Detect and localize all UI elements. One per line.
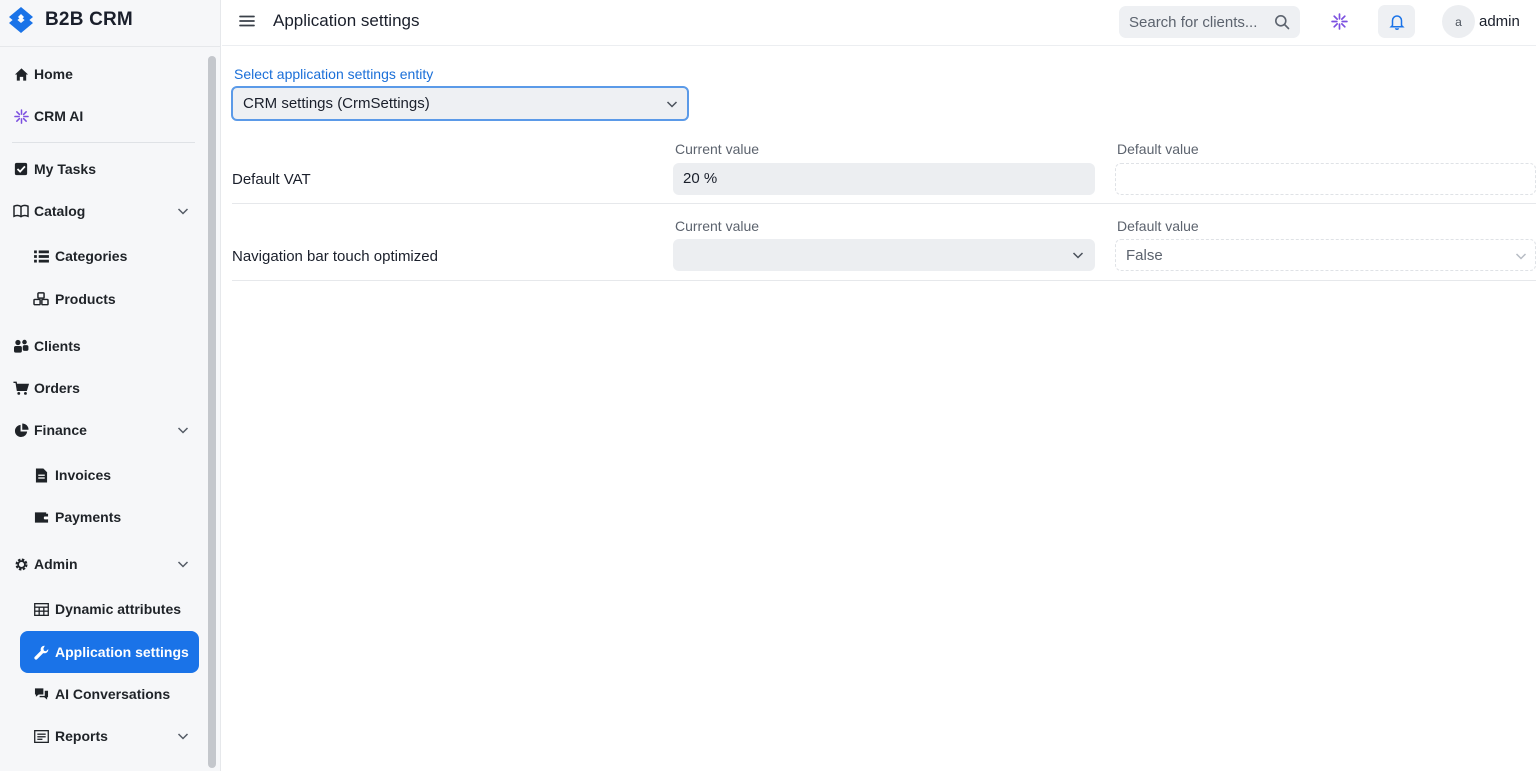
user-name[interactable]: admin bbox=[1479, 13, 1520, 30]
wrench-icon bbox=[33, 644, 49, 660]
brand-logo-icon bbox=[6, 5, 36, 35]
sidebar-item-invoices[interactable]: Invoices bbox=[0, 456, 205, 494]
sidebar-item-label: Categories bbox=[55, 248, 128, 264]
brand-name: B2B CRM bbox=[45, 9, 133, 30]
report-icon bbox=[33, 728, 49, 744]
sidebar-scrollbar[interactable] bbox=[205, 52, 219, 771]
sidebar-item-orders[interactable]: Orders bbox=[0, 369, 205, 407]
home-icon bbox=[13, 66, 29, 82]
sidebar-item-crm-ai[interactable]: CRM AI bbox=[0, 97, 205, 135]
divider bbox=[12, 142, 195, 143]
field-value: 20 % bbox=[683, 170, 718, 187]
chevron-down-icon[interactable] bbox=[176, 204, 190, 218]
divider bbox=[232, 203, 1536, 204]
sidebar-item-my-tasks[interactable]: My Tasks bbox=[0, 150, 205, 188]
chat-icon bbox=[33, 686, 49, 702]
default-value-label: Default value bbox=[1117, 218, 1199, 234]
sidebar-item-label: Products bbox=[55, 291, 116, 307]
sidebar-item-label: Clients bbox=[34, 338, 81, 354]
sidebar-item-label: My Tasks bbox=[34, 161, 96, 177]
chevron-down-icon[interactable] bbox=[176, 557, 190, 571]
sidebar-item-label: Invoices bbox=[55, 467, 112, 483]
entity-select-value: CRM settings (CrmSettings) bbox=[243, 95, 430, 112]
checkbox-icon bbox=[13, 161, 29, 177]
cart-icon bbox=[13, 380, 29, 396]
sidebar-item-label: Application settings bbox=[55, 644, 189, 660]
search-placeholder: Search for clients... bbox=[1129, 14, 1258, 31]
avatar[interactable]: a bbox=[1442, 5, 1475, 38]
chevron-down-icon[interactable] bbox=[176, 729, 190, 743]
chevron-down-icon[interactable] bbox=[665, 97, 679, 111]
divider bbox=[0, 46, 221, 47]
users-icon bbox=[13, 338, 29, 354]
sidebar-item-categories[interactable]: Categories bbox=[0, 237, 205, 275]
notification-bell-icon[interactable] bbox=[1378, 5, 1415, 38]
brand[interactable]: B2B CRM bbox=[6, 4, 133, 36]
sidebar-item-label: Dynamic attributes bbox=[55, 601, 182, 617]
divider bbox=[232, 280, 1536, 281]
sidebar: B2B CRM Home CRM AI My Tasks Catalog Cat… bbox=[0, 0, 221, 771]
sparkle-icon bbox=[13, 108, 29, 124]
sidebar-item-label: AI Conversations bbox=[55, 686, 171, 702]
pie-chart-icon bbox=[13, 422, 29, 438]
list-icon bbox=[33, 248, 49, 264]
sidebar-item-catalog[interactable]: Catalog bbox=[0, 192, 205, 230]
entity-select-label: Select application settings entity bbox=[234, 66, 434, 82]
setting-name: Navigation bar touch optimized bbox=[232, 248, 438, 265]
gear-icon bbox=[13, 556, 29, 572]
page-title: Application settings bbox=[273, 11, 420, 30]
chevron-down-icon bbox=[1514, 249, 1528, 263]
scrollbar-thumb[interactable] bbox=[208, 56, 216, 768]
chevron-down-icon[interactable] bbox=[1071, 248, 1085, 262]
file-icon bbox=[33, 467, 49, 483]
nav-touch-default-select: False bbox=[1115, 239, 1536, 271]
current-value-label: Current value bbox=[675, 141, 760, 157]
sidebar-item-label: Home bbox=[34, 66, 73, 82]
sidebar-item-admin[interactable]: Admin bbox=[0, 545, 205, 583]
wallet-icon bbox=[33, 509, 49, 525]
setting-name: Default VAT bbox=[232, 171, 311, 188]
sidebar-item-dynamic-attributes[interactable]: Dynamic attributes bbox=[0, 590, 205, 628]
sidebar-item-finance[interactable]: Finance bbox=[0, 411, 205, 449]
sidebar-item-label: Reports bbox=[55, 728, 108, 744]
sidebar-item-label: CRM AI bbox=[34, 108, 84, 124]
sidebar-item-home[interactable]: Home bbox=[0, 55, 205, 93]
sidebar-item-label: Payments bbox=[55, 509, 122, 525]
entity-select[interactable]: CRM settings (CrmSettings) bbox=[231, 86, 689, 121]
sidebar-item-reports[interactable]: Reports bbox=[0, 717, 205, 755]
current-value-label: Current value bbox=[675, 218, 760, 234]
search-icon[interactable] bbox=[1274, 14, 1290, 30]
sidebar-item-payments[interactable]: Payments bbox=[0, 498, 205, 536]
sidebar-item-clients[interactable]: Clients bbox=[0, 327, 205, 365]
sidebar-item-label: Admin bbox=[34, 556, 78, 572]
book-icon bbox=[13, 203, 29, 219]
sidebar-item-label: Orders bbox=[34, 380, 80, 396]
sidebar-item-label: Finance bbox=[34, 422, 87, 438]
default-value-label: Default value bbox=[1117, 141, 1199, 157]
nav-touch-current-select[interactable] bbox=[673, 239, 1095, 271]
sidebar-item-ai-conversations[interactable]: AI Conversations bbox=[0, 675, 205, 713]
table-icon bbox=[33, 601, 49, 617]
sidebar-item-label: Catalog bbox=[34, 203, 86, 219]
sidebar-item-products[interactable]: Products bbox=[0, 280, 205, 318]
ai-sparkle-icon[interactable] bbox=[1328, 8, 1350, 34]
sidebar-item-application-settings[interactable]: Application settings bbox=[20, 631, 199, 673]
cubes-icon bbox=[33, 291, 49, 307]
field-value: False bbox=[1126, 247, 1163, 264]
hamburger-menu-icon[interactable] bbox=[238, 12, 256, 30]
default-vat-default-input bbox=[1115, 163, 1536, 195]
chevron-down-icon[interactable] bbox=[176, 423, 190, 437]
top-bar: Application settings Search for clients.… bbox=[222, 0, 1536, 46]
default-vat-current-input[interactable]: 20 % bbox=[673, 163, 1095, 195]
search-input[interactable]: Search for clients... bbox=[1119, 6, 1300, 38]
